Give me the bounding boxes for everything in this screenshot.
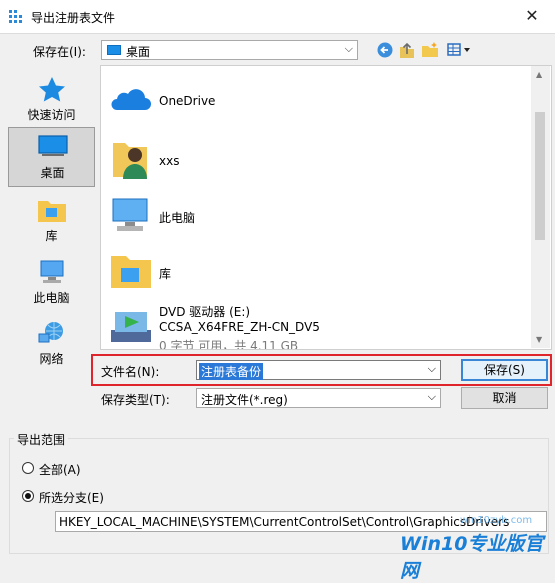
save-button[interactable]: 保存(S) [461,359,548,381]
save-in-value: 桌面 [126,45,151,59]
scrollbar[interactable]: ▲ ▼ [531,66,550,348]
export-range-title: 导出范围 [14,431,69,448]
back-icon[interactable] [375,41,395,59]
file-name: DVD 驱动器 (E:) [159,305,251,319]
divider [0,33,555,34]
branch-path-value: HKEY_LOCAL_MACHINE\SYSTEM\CurrentControl… [59,515,510,529]
chevron-down-icon: ⌵ [427,390,436,403]
place-label: 快速访问 [27,108,76,122]
chevron-down-icon: ⌵ [344,42,353,55]
registry-icon [9,10,22,23]
save-in-dropdown[interactable]: 桌面 ⌵ [101,40,358,60]
new-folder-icon[interactable] [420,41,440,59]
filetype-dropdown[interactable]: 注册文件(*.reg) ⌵ [196,388,441,408]
up-folder-icon[interactable] [397,41,417,59]
radio-selected-branch-label[interactable]: 所选分支(E) [39,489,104,506]
list-item[interactable]: xxs [107,133,527,187]
filename-input[interactable]: 注册表备份 ⌵ [196,360,441,380]
list-item[interactable]: DVD 驱动器 (E:) CCSA_X64FRE_ZH-CN_DV5 0 字节 … [107,300,527,350]
file-name: OneDrive [159,94,216,108]
radio-all[interactable] [22,462,34,474]
onedrive-icon [111,89,151,110]
list-item[interactable]: OneDrive [107,78,527,126]
place-network[interactable]: 网络 [8,314,95,374]
filename-label: 文件名(N): [101,365,160,379]
place-desktop[interactable]: 桌面 [8,127,95,187]
cancel-button[interactable]: 取消 [461,387,548,409]
this-pc-icon [40,260,64,283]
desktop-icon [38,135,68,156]
file-name: xxs [159,154,180,168]
window-title: 导出注册表文件 [31,11,116,25]
place-this-pc[interactable]: 此电脑 [8,253,95,313]
file-name: 此电脑 [159,211,196,225]
file-detail: CCSA_X64FRE_ZH-CN_DV5 [159,320,320,334]
close-icon[interactable]: ✕ [519,5,545,27]
place-label: 桌面 [40,166,65,180]
save-in-label: 保存在(I): [33,45,86,59]
desktop-icon [107,45,121,55]
view-menu-icon[interactable] [445,41,473,59]
place-library[interactable]: 库 [8,191,95,251]
file-list[interactable]: OneDrive xxs 此电脑 库 DVD 驱动器 (E:) CCSA_X64… [100,65,552,350]
place-label: 网络 [39,352,64,366]
dvd-drive-icon [111,312,151,342]
this-pc-icon [112,198,148,231]
file-name: 库 [159,267,172,281]
place-label: 此电脑 [33,291,70,305]
filetype-value: 注册文件(*.reg) [201,393,288,407]
list-item[interactable]: 此电脑 [107,190,527,240]
chevron-down-icon[interactable]: ⌵ [428,362,436,376]
scroll-down-icon[interactable]: ▼ [536,335,542,344]
place-quick-access[interactable]: 快速访问 [8,70,95,130]
radio-all-label[interactable]: 全部(A) [39,461,81,478]
user-folder-icon [113,143,147,179]
watermark-url: win10zyb.com [460,515,533,526]
filetype-label: 保存类型(T): [101,393,170,407]
place-label: 库 [45,229,58,243]
radio-selected-branch[interactable] [22,490,34,502]
library-icon [111,256,151,288]
network-icon [38,322,63,343]
file-detail: 0 字节 可用，共 4.11 GB [159,339,299,350]
scroll-thumb[interactable] [535,112,545,240]
quick-access-icon [39,77,65,102]
library-icon [38,201,66,222]
watermark-logo: Win10专业版官网 [400,533,544,582]
scroll-up-icon[interactable]: ▲ [536,70,542,79]
list-item[interactable]: 库 [107,246,527,296]
filename-value: 注册表备份 [199,363,264,380]
